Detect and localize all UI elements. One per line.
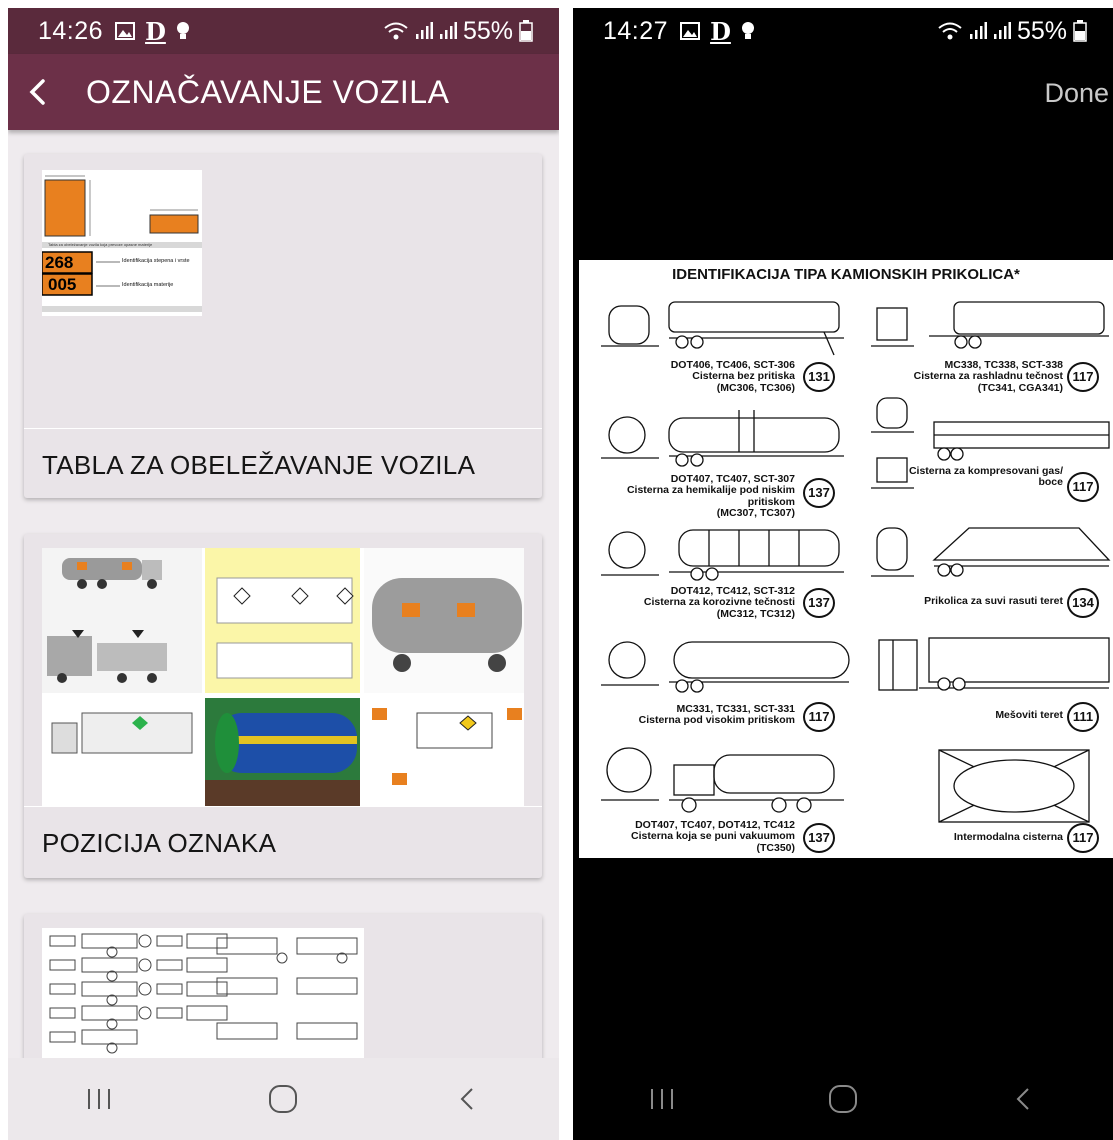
- wifi-icon: [938, 22, 962, 40]
- guide-number-badge: 131: [803, 362, 835, 392]
- trailer-id-document: IDENTIFIKACIJA TIPA KAMIONSKIH PRIKOLICA…: [579, 260, 1113, 858]
- guide-number-badge: 117: [1067, 362, 1099, 392]
- thumbnail-pozicija-collage: [42, 548, 524, 806]
- guide-number-badge: 137: [803, 588, 835, 618]
- battery-percent: 55%: [462, 16, 513, 45]
- signal-icon: [993, 22, 1011, 39]
- battery-icon: [519, 20, 533, 42]
- trailer-caption: DOT406, TC406, SCT-306 Cisterna bez prit…: [585, 359, 795, 394]
- status-time: 14:26: [38, 16, 104, 45]
- d-app-icon: D: [710, 16, 731, 46]
- status-bar: 14:26 D 55%: [8, 8, 559, 54]
- image-icon: [115, 22, 136, 40]
- trailer-caption: DOT407, TC407, DOT412, TC412 Cisterna ko…: [585, 819, 795, 854]
- guide-number-badge: 117: [1067, 823, 1099, 853]
- recent-apps-icon[interactable]: [85, 1085, 113, 1113]
- signal-icon: [969, 22, 987, 39]
- signal-icon: [439, 22, 457, 39]
- trailer-caption: Prikolica za suvi rasuti teret: [863, 595, 1063, 607]
- d-app-icon: D: [145, 16, 166, 46]
- left-phone-screen: 14:26 D 55% OZNAČAVANJE VOZILA 268 005 T…: [8, 8, 559, 1140]
- app-bar: OZNAČAVANJE VOZILA: [8, 54, 559, 130]
- wifi-icon: [384, 22, 408, 40]
- trailer-caption: MC338, TC338, SCT-338 Cisterna za rashla…: [863, 359, 1063, 394]
- status-bar: 14:27 D 55%: [573, 8, 1113, 54]
- card-label: TABLA ZA OBELEŽAVANJE VOZILA: [42, 450, 476, 480]
- caption-line: Cisterna bez pritiska: [692, 370, 795, 383]
- recent-apps-icon[interactable]: [648, 1085, 676, 1113]
- card-label: POZICIJA OZNAKA: [42, 828, 277, 858]
- caption-line: Cisterna za korozivne tečnosti: [643, 596, 795, 609]
- done-button[interactable]: Done: [1044, 78, 1109, 109]
- android-nav-bar: [8, 1058, 559, 1140]
- page-title: OZNAČAVANJE VOZILA: [86, 73, 450, 110]
- battery-icon: [1073, 20, 1087, 42]
- right-phone-screen: 14:27 D 55% Done IDENTIFIKACIJA TIPA KAM…: [573, 8, 1113, 1140]
- battery-percent: 55%: [1016, 16, 1067, 45]
- thumb-row1: Identifikacija stepena i vrste: [122, 258, 190, 264]
- card-tabla[interactable]: 268 005 Tabla za obeležavanje vozila koj…: [24, 154, 542, 498]
- trailer-caption: DOT407, TC407, SCT-307 Cisterna za hemik…: [579, 473, 795, 519]
- guide-number-badge: 137: [803, 478, 835, 508]
- signal-icon: [415, 22, 433, 39]
- thumb-tab-caption: Tabla za obeležavanje vozila koja prevoz…: [48, 242, 153, 247]
- back-arrow-icon[interactable]: [24, 78, 52, 106]
- guide-number-badge: 117: [803, 702, 835, 732]
- caption-line: Cisterna za rashladnu tečnost: [913, 370, 1063, 383]
- back-icon[interactable]: [1010, 1085, 1038, 1113]
- caption-line: (TC341, CGA341): [977, 381, 1063, 394]
- caption-line: Mešoviti teret: [995, 709, 1063, 721]
- status-time: 14:27: [603, 16, 669, 45]
- caption-line: Cisterna koja se puni vakuumom: [631, 830, 795, 843]
- caption-line: (MC307, TC307): [716, 506, 795, 519]
- thumb-row2: Identifikacija materije: [122, 282, 174, 288]
- card-divider: [24, 428, 542, 429]
- trailer-caption: DOT412, TC412, SCT-312 Cisterna za koroz…: [595, 585, 795, 620]
- guide-number-badge: 137: [803, 823, 835, 853]
- trailer-caption: Cisterna za kompresovani gas/ boce: [883, 465, 1063, 489]
- caption-line: (TC350): [756, 841, 795, 854]
- back-icon[interactable]: [454, 1085, 482, 1113]
- caption-line: Cisterna za hemikalije pod niskim pritis…: [626, 484, 795, 508]
- guide-number-badge: 117: [1067, 472, 1099, 502]
- guide-number-badge: 111: [1067, 702, 1099, 732]
- card-divider: [24, 806, 542, 807]
- image-icon: [680, 22, 701, 40]
- caption-line: Cisterna pod visokim pritiskom: [638, 714, 795, 727]
- thumb-code-top: 268: [45, 253, 74, 272]
- caption-line: (MC306, TC306): [716, 381, 795, 394]
- thumbnail-tabla: 268 005 Tabla za obeležavanje vozila koj…: [42, 170, 202, 316]
- caption-line: Intermodalna cisterna: [953, 831, 1063, 843]
- home-icon[interactable]: [267, 1083, 299, 1115]
- bulb-icon: [176, 22, 189, 39]
- caption-line: Prikolica za suvi rasuti teret: [924, 595, 1063, 607]
- caption-line: Cisterna za kompresovani gas/: [908, 465, 1063, 477]
- trailer-caption: MC331, TC331, SCT-331 Cisterna pod visok…: [595, 703, 795, 727]
- thumbnail-trailer-types: [42, 928, 364, 1068]
- thumb-code-bottom: 005: [48, 275, 77, 294]
- trailer-caption: Intermodalna cisterna: [913, 831, 1063, 843]
- trailer-drawings: [601, 301, 1111, 823]
- home-icon[interactable]: [827, 1083, 859, 1115]
- card-pozicija[interactable]: POZICIJA OZNAKA: [24, 534, 542, 878]
- bulb-icon: [741, 22, 754, 39]
- caption-line: (MC312, TC312): [716, 607, 795, 620]
- android-nav-bar: [573, 1058, 1113, 1140]
- guide-number-badge: 134: [1067, 588, 1099, 618]
- trailer-caption: Mešoviti teret: [913, 709, 1063, 721]
- caption-line: boce: [1038, 476, 1063, 489]
